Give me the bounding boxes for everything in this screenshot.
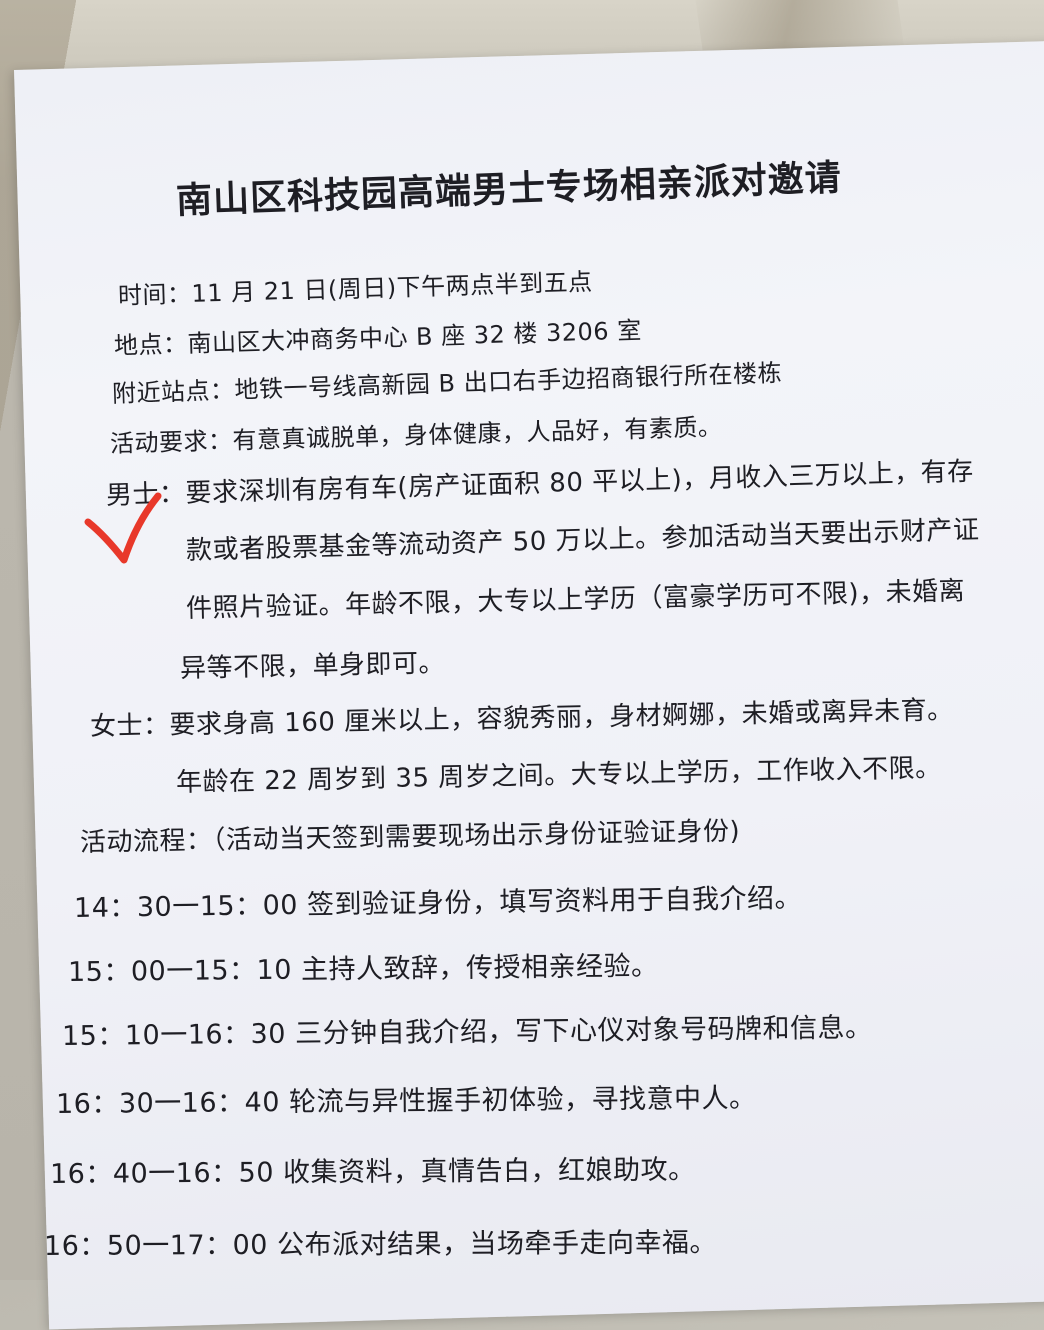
- schedule-header: 活动流程：（活动当天签到需要现场出示身份证验证身份): [79, 816, 741, 858]
- schedule-item: 16：30一16：40 轮流与异性握手初体验，寻找意中人。: [55, 1082, 757, 1120]
- men-requirement-line: 男士：要求深圳有房有车(房产证面积 80 平以上)，月收入三万以上，有存: [105, 456, 975, 511]
- info-line-time: 时间：11 月 21 日(周日)下午两点半到五点: [117, 267, 593, 310]
- info-line-station: 附近站点：地铁一号线高新园 B 出口右手边招商银行所在楼栋: [111, 358, 783, 408]
- men-requirement-line: 异等不限，单身即可。: [179, 648, 446, 684]
- men-requirement-line: 款或者股票基金等流动资产 50 万以上。参加活动当天要出示财产证: [185, 515, 980, 566]
- schedule-item: 16：40一16：50 收集资料，真情告白，红娘助攻。: [49, 1154, 696, 1190]
- info-line-location: 地点：南山区大冲商务中心 B 座 32 楼 3206 室: [113, 316, 643, 360]
- schedule-item: 16：50一17：00 公布派对结果，当场牵手走向幸福。: [43, 1227, 718, 1262]
- schedule-item: 14：30一15：00 签到验证身份，填写资料用于自我介绍。: [73, 882, 803, 924]
- info-line-requirements: 活动要求：有意真诚脱单，身体健康，人品好，有素质。: [109, 412, 723, 458]
- red-check-mark-icon: [84, 492, 162, 564]
- women-requirement-line: 女士：要求身高 160 厘米以上，容貌秀丽，身材婀娜，未婚或离异未育。: [89, 695, 954, 742]
- schedule-item: 15：10一16：30 三分钟自我介绍，写下心仪对象号码牌和信息。: [61, 1012, 873, 1052]
- invitation-document: 南山区科技园高端男士专场相亲派对邀请 时间：11 月 21 日(周日)下午两点半…: [0, 0, 1044, 1280]
- women-requirement-line: 年龄在 22 周岁到 35 周岁之间。大专以上学历，工作收入不限。: [175, 753, 942, 798]
- schedule-item: 15：00一15：10 主持人致辞，传授相亲经验。: [67, 950, 659, 988]
- men-requirement-line: 件照片验证。年龄不限，大专以上学历（富豪学历可不限)，未婚离: [185, 576, 966, 624]
- document-title: 南山区科技园高端男士专场相亲派对邀请: [175, 157, 843, 222]
